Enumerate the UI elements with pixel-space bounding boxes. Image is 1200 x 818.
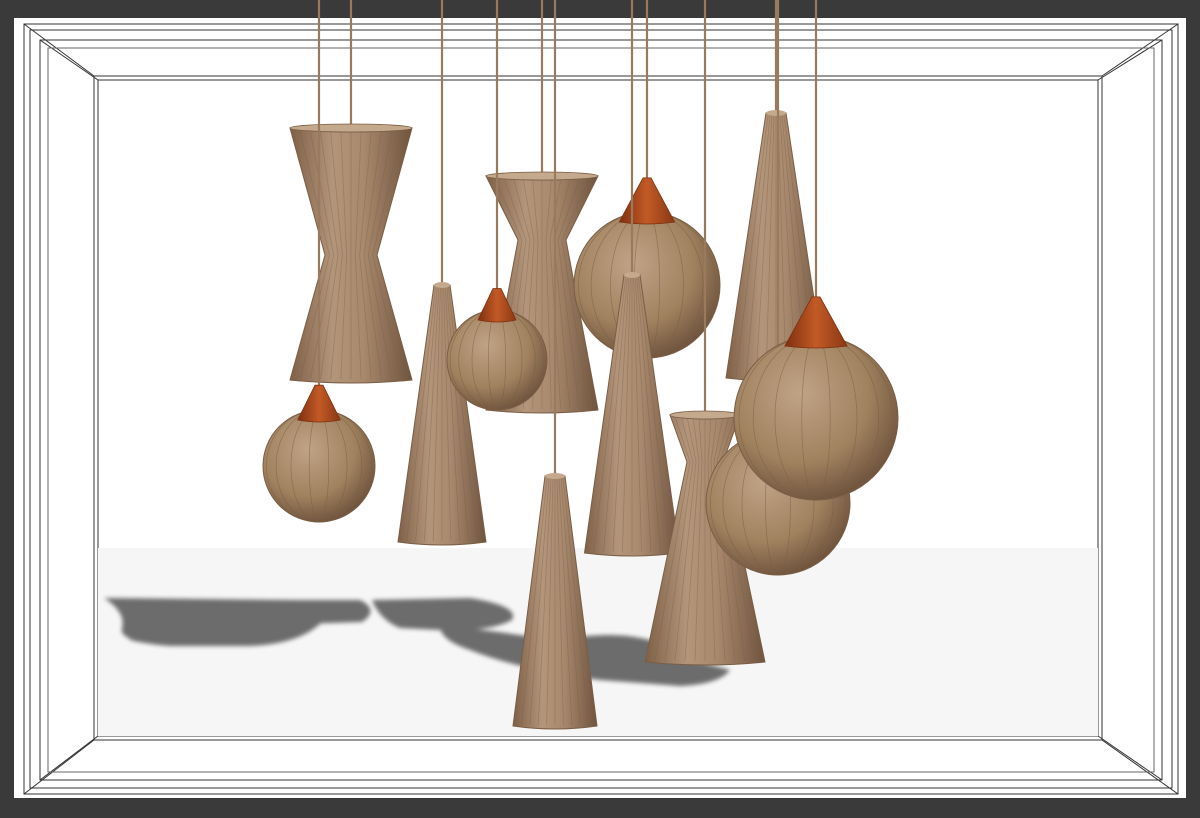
pendant-lamps-render <box>0 0 1200 818</box>
